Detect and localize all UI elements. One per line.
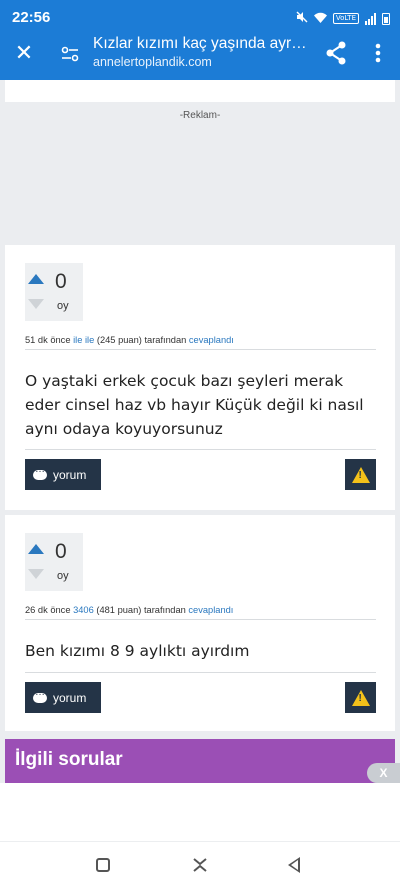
vote-count: 0 [55, 540, 67, 563]
vote-count: 0 [55, 270, 67, 293]
comment-button-label: yorum [53, 690, 87, 705]
top-bar: 22:56 VoLTE ✕ Kızlar kızımı kaç yaşında … [0, 0, 400, 80]
ad-area: -Reklam- [5, 102, 395, 242]
answer-action-link[interactable]: cevaplandı [189, 335, 234, 345]
answer-text: O yaştaki erkek çocuk bazı şeyleri merak… [25, 372, 364, 438]
answer-action-link[interactable]: cevaplandı [188, 605, 233, 615]
answer-card: 0 oy 51 dk önce ile ile (245 puan) taraf… [5, 245, 395, 510]
previous-card-bottom [5, 80, 395, 102]
vote-label: oy [57, 570, 69, 582]
page-title: Kızlar kızımı kaç yaşında ayrı odaya ald… [93, 35, 308, 52]
close-ad-button[interactable]: X [367, 763, 400, 783]
battery-icon [382, 12, 390, 25]
divider [25, 349, 376, 350]
answer-user-link[interactable]: ile ile [73, 335, 94, 345]
page-settings-icon[interactable] [58, 42, 82, 66]
signal-icon [365, 12, 376, 25]
answer-by: tarafından [143, 605, 186, 615]
answer-user-link[interactable]: 3406 [73, 605, 94, 615]
answer-time: 26 dk önce [25, 605, 71, 615]
comment-icon [33, 687, 47, 703]
wifi-icon [313, 12, 327, 26]
recents-icon[interactable] [96, 858, 110, 872]
more-options-icon[interactable] [366, 39, 390, 67]
answer-meta: 51 dk önce ile ile (245 puan) tarafından… [25, 335, 234, 345]
report-button[interactable]: ! [345, 682, 376, 713]
status-icons: VoLTE [296, 11, 390, 26]
share-icon[interactable] [322, 39, 350, 67]
answer-points: (481 puan) [96, 605, 142, 615]
downvote-icon[interactable] [28, 569, 44, 579]
related-questions-title: İlgili sorular [15, 749, 123, 770]
answer-by: tarafından [144, 335, 187, 345]
status-time: 22:56 [12, 9, 51, 26]
close-icon[interactable]: ✕ [10, 40, 38, 68]
related-questions-header: İlgili sorular [5, 739, 395, 783]
bottom-ad-slot [0, 783, 400, 841]
vote-label: oy [57, 300, 69, 312]
divider [25, 672, 376, 673]
app-bar: ✕ Kızlar kızımı kaç yaşında ayrı odaya a… [0, 34, 400, 80]
back-icon[interactable] [288, 857, 300, 873]
system-nav-bar [0, 841, 400, 888]
divider [25, 619, 376, 620]
warning-icon: ! [351, 689, 370, 706]
ad-label: -Reklam- [179, 110, 221, 121]
comment-button[interactable]: yorum [25, 459, 101, 490]
answer-time: 51 dk önce [25, 335, 71, 345]
answer-points: (245 puan) [96, 335, 142, 345]
upvote-icon[interactable] [28, 544, 44, 554]
upvote-icon[interactable] [28, 274, 44, 284]
page-url: annelertoplandik.com [93, 55, 212, 69]
comment-icon [33, 464, 47, 480]
report-button[interactable]: ! [345, 459, 376, 490]
status-bar: 22:56 VoLTE [0, 0, 400, 34]
answer-text: Ben kızımı 8 9 aylıktı ayırdım [25, 642, 250, 660]
divider [25, 449, 376, 450]
vote-box: 0 oy [25, 263, 83, 321]
answer-meta: 26 dk önce 3406 (481 puan) tarafından ce… [25, 605, 233, 615]
volte-badge: VoLTE [332, 13, 359, 24]
downvote-icon[interactable] [28, 299, 44, 309]
mute-icon [296, 11, 308, 26]
comment-button[interactable]: yorum [25, 682, 101, 713]
answer-card: 0 oy 26 dk önce 3406 (481 puan) tarafınd… [5, 515, 395, 731]
warning-icon: ! [351, 466, 370, 483]
comment-button-label: yorum [53, 467, 87, 482]
home-icon[interactable] [192, 856, 208, 874]
vote-box: 0 oy [25, 533, 83, 591]
